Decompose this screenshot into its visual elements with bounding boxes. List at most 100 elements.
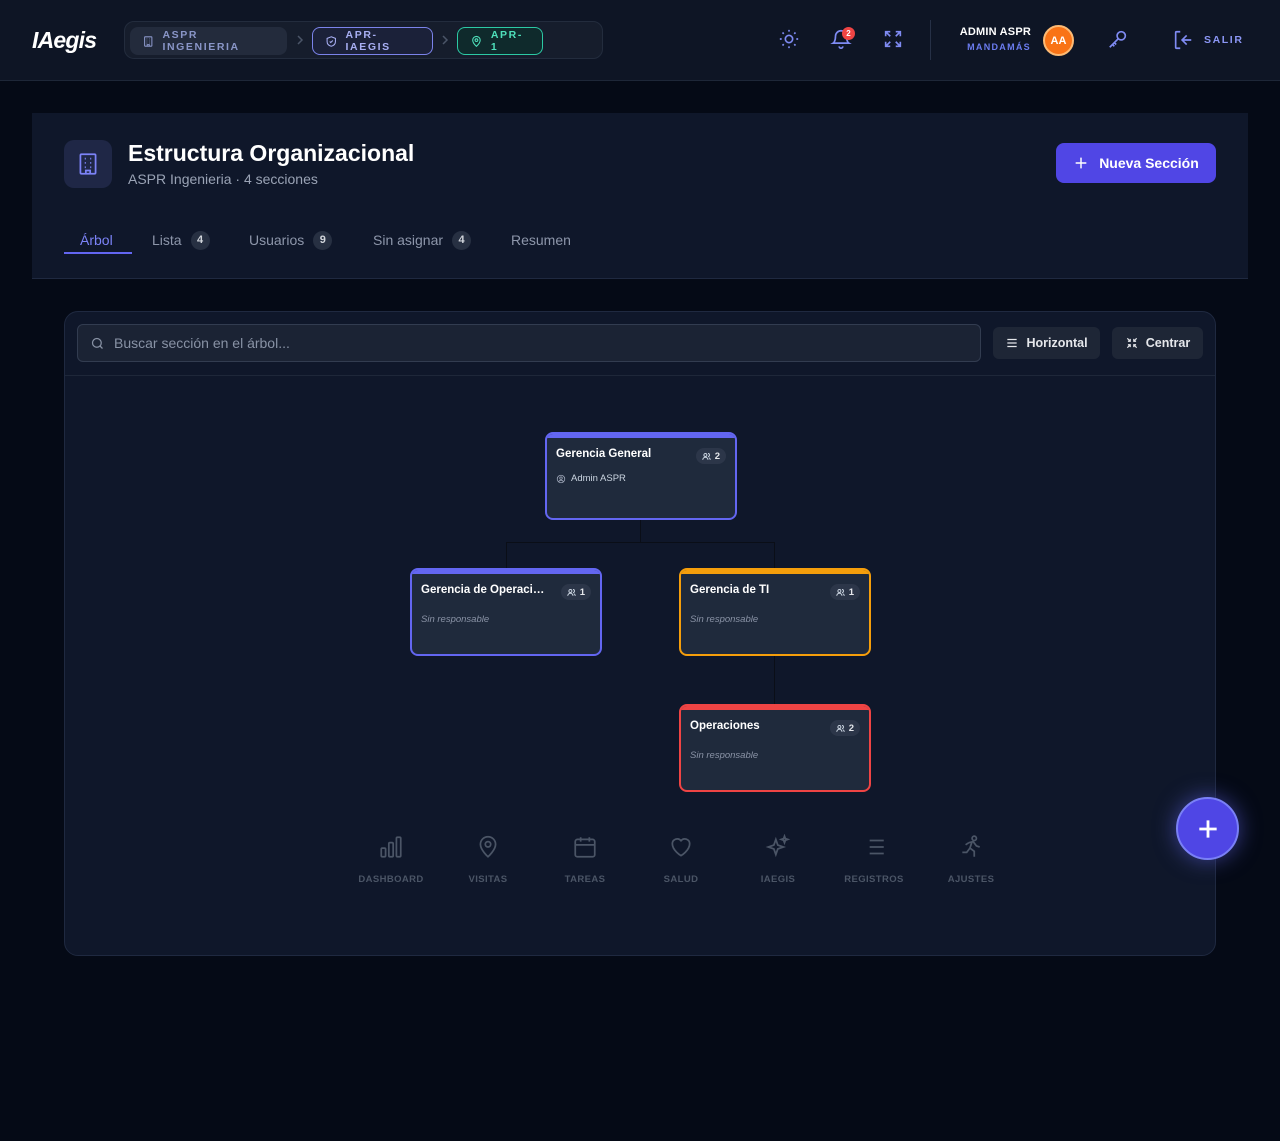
tab-label: Usuarios <box>249 232 305 248</box>
tab-label: Árbol <box>80 232 113 248</box>
node-member-count: 1 <box>829 584 860 600</box>
map-pin-icon <box>472 35 481 47</box>
node-member-count: 2 <box>829 720 860 736</box>
nav-label: TAREAS <box>564 874 606 885</box>
calendar-icon <box>574 837 596 858</box>
nav-item-tasks[interactable]: TAREAS <box>545 831 625 891</box>
nav-item-health[interactable]: SALUD <box>641 831 721 891</box>
sun-icon <box>779 29 799 49</box>
new-section-label: Nueva Sección <box>1099 155 1199 171</box>
tree-connector <box>774 542 775 568</box>
plus-icon <box>1075 157 1087 169</box>
tree-node[interactable]: Operaciones 2 Sin responsable <box>679 704 871 792</box>
fullscreen-button[interactable] <box>882 28 906 52</box>
node-title: Operaciones <box>690 720 760 732</box>
nav-item-dashboard[interactable]: DASHBOARD <box>351 831 431 891</box>
logout-icon <box>1174 30 1192 50</box>
nav-item-visits[interactable]: VISITAS <box>448 831 528 891</box>
active-tab-indicator <box>64 252 132 254</box>
breadcrumb-item-site[interactable]: APR-1 <box>457 27 543 55</box>
node-count-value: 2 <box>714 450 720 462</box>
bar-chart-icon <box>380 836 402 858</box>
nav-label: VISITAS <box>468 874 508 885</box>
tab-count-badge: 9 <box>313 230 333 250</box>
horizontal-layout-button[interactable]: Horizontal <box>993 327 1100 359</box>
users-icon <box>701 452 711 460</box>
plus-icon <box>1198 819 1217 838</box>
node-title: Gerencia General <box>556 448 652 460</box>
org-icon-tile <box>64 140 112 188</box>
node-member-count: 2 <box>695 448 726 464</box>
theme-toggle-button[interactable] <box>778 28 802 52</box>
menu-lines-icon <box>1007 338 1018 348</box>
building-icon <box>144 35 153 47</box>
node-owner: Admin ASPR <box>556 473 626 484</box>
search-input[interactable] <box>114 325 974 361</box>
horizontal-label: Horizontal <box>1026 336 1088 350</box>
breadcrumb: ASPR INGENIERIA APR-IAEGIS APR-1 <box>124 21 603 59</box>
chevron-right-icon <box>295 33 305 47</box>
node-count-value: 2 <box>848 722 854 734</box>
tab-users[interactable]: Usuarios 9 <box>249 224 333 256</box>
sparkles-icon <box>765 834 791 858</box>
shrink-icon <box>1126 337 1137 349</box>
key-icon <box>1109 30 1127 48</box>
nav-label: DASHBOARD <box>358 874 424 885</box>
tree-toolbar: Horizontal Centrar <box>65 312 1215 376</box>
logout-button[interactable]: SALIR <box>1172 28 1244 52</box>
avatar[interactable]: AA <box>1043 25 1074 56</box>
top-bar: IAegis ASPR INGENIERIA APR-IAEGIS APR-1 … <box>0 0 1280 81</box>
node-owner-name: Admin ASPR <box>571 473 626 484</box>
breadcrumb-item-company[interactable]: ASPR INGENIERIA <box>130 27 287 55</box>
tree-connector <box>774 654 775 704</box>
list-icon <box>864 839 884 855</box>
tree-node[interactable]: Gerencia de Operaciones 1 Sin responsabl… <box>410 568 602 656</box>
tab-summary[interactable]: Resumen <box>511 224 571 256</box>
breadcrumb-item-project[interactable]: APR-IAEGIS <box>312 27 433 55</box>
tab-count-badge: 4 <box>190 230 210 250</box>
node-owner-empty: Sin responsable <box>421 614 490 625</box>
shield-icon <box>326 35 336 47</box>
center-button[interactable]: Centrar <box>1112 327 1203 359</box>
tree-canvas[interactable]: Gerencia General 2 Admin ASPR Gerencia d… <box>65 376 1215 955</box>
page-subtitle: ASPR Ingenieria · 4 secciones <box>128 171 318 187</box>
nav-item-iaegis[interactable]: IAEGIS <box>738 831 818 891</box>
bottom-nav: DASHBOARD VISITAS TAREAS SALUD IAEGIS RE… <box>358 831 1045 891</box>
search-icon <box>91 337 103 349</box>
node-title: Gerencia de Operaciones <box>421 584 551 596</box>
notification-badge: 2 <box>842 27 855 40</box>
tab-unassigned[interactable]: Sin asignar 4 <box>373 224 472 256</box>
app-logo[interactable]: IAegis <box>32 27 97 54</box>
change-password-button[interactable] <box>1107 28 1131 52</box>
users-icon <box>835 588 845 596</box>
nav-label: IAEGIS <box>760 874 796 885</box>
tree-connector <box>640 518 641 542</box>
tree-panel: Horizontal Centrar Gerencia General 2 Ad… <box>64 311 1216 956</box>
nav-item-records[interactable]: REGISTROS <box>834 831 914 891</box>
page-title: Estructura Organizacional <box>128 140 415 166</box>
tab-list[interactable]: Lista 4 <box>152 224 210 256</box>
breadcrumb-label: APR-1 <box>490 29 523 53</box>
tab-label: Sin asignar <box>373 232 444 248</box>
map-pin-icon <box>479 835 497 858</box>
expand-icon <box>884 30 902 48</box>
running-person-icon <box>962 835 980 857</box>
chevron-right-icon <box>440 33 450 47</box>
tree-node[interactable]: Gerencia General 2 Admin ASPR <box>545 432 737 520</box>
node-title: Gerencia de TI <box>690 584 770 596</box>
user-name: ADMIN ASPR <box>959 26 1031 38</box>
building-icon <box>79 153 97 175</box>
floating-add-button[interactable] <box>1176 797 1239 860</box>
tree-connector <box>506 542 507 568</box>
tree-node[interactable]: Gerencia de TI 1 Sin responsable <box>679 568 871 656</box>
node-owner-empty: Sin responsable <box>690 750 759 761</box>
node-member-count: 1 <box>560 584 591 600</box>
user-circle-icon <box>556 474 566 483</box>
center-label: Centrar <box>1145 336 1191 350</box>
tab-label: Lista <box>152 232 182 248</box>
node-count-value: 1 <box>579 586 585 598</box>
breadcrumb-label: ASPR INGENIERIA <box>162 29 240 53</box>
new-section-button[interactable]: Nueva Sección <box>1056 143 1216 183</box>
nav-label: SALUD <box>663 874 699 885</box>
nav-item-settings[interactable]: AJUSTES <box>931 831 1011 891</box>
